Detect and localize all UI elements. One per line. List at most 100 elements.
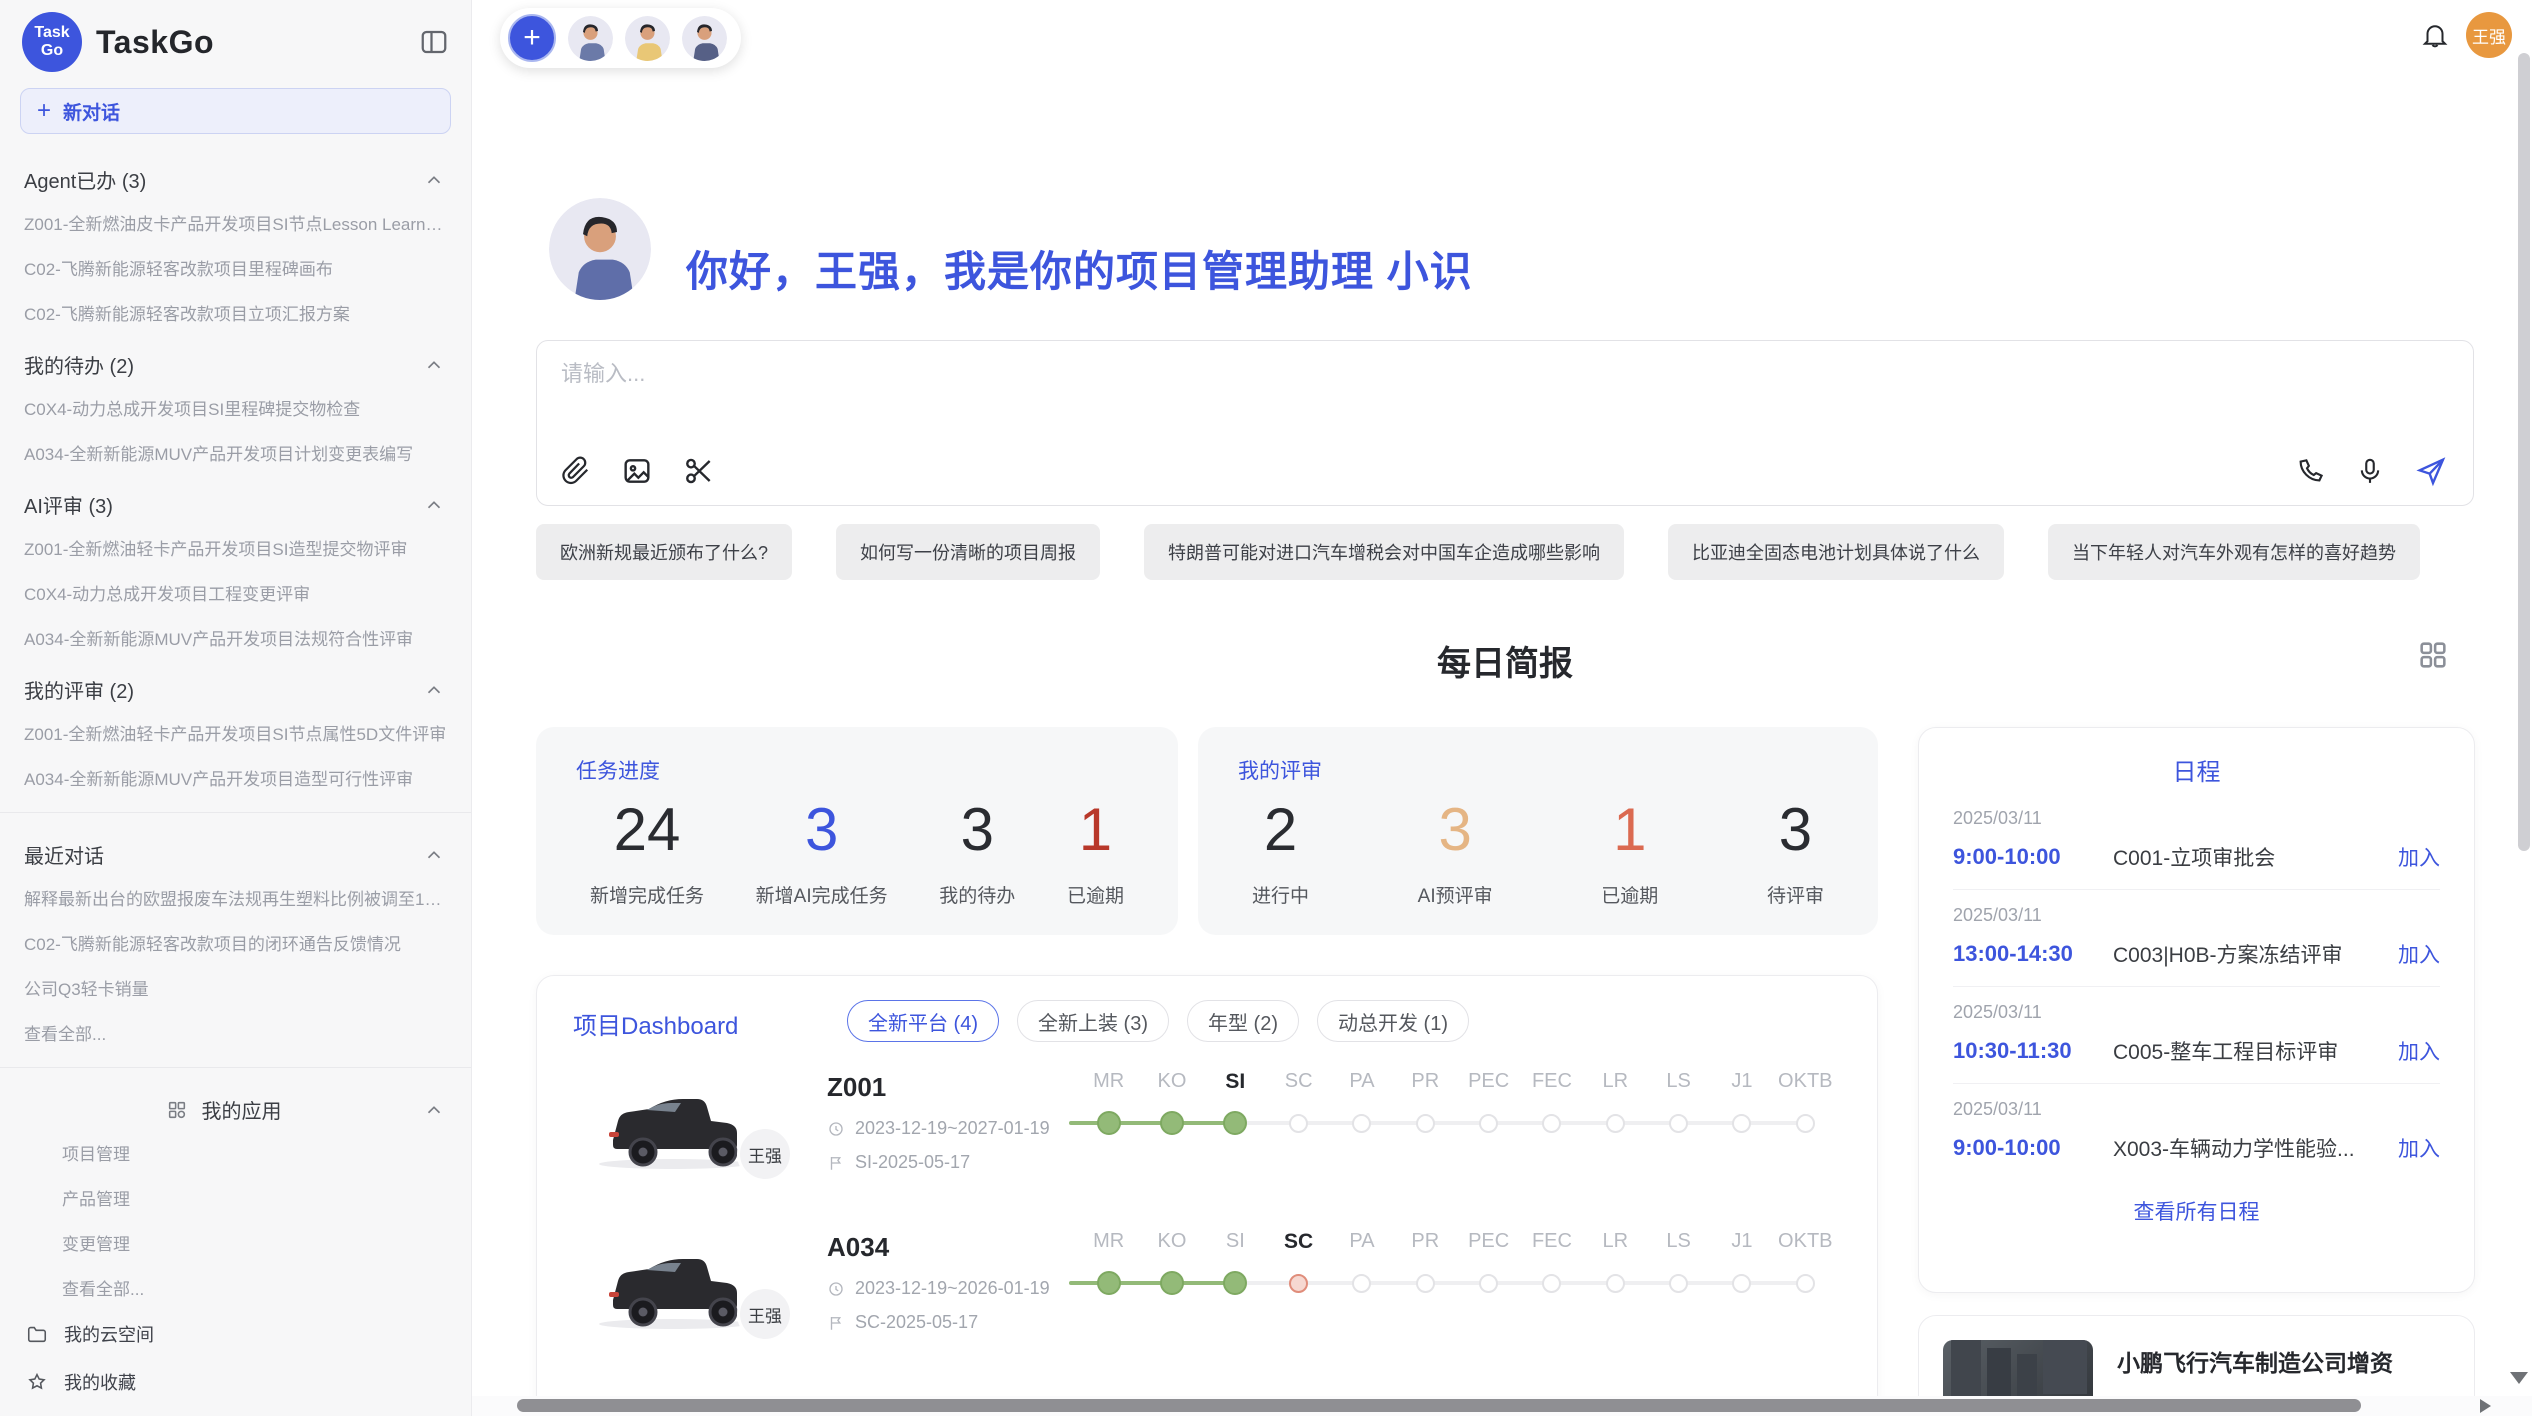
- milestone-label: PEC: [1457, 1230, 1520, 1254]
- sidebar-item[interactable]: C0X4-动力总成开发项目SI里程碑提交物检查: [0, 385, 471, 430]
- scroll-right-arrow[interactable]: [2480, 1399, 2491, 1413]
- sidebar-storage-links: 我的云空间我的收藏: [0, 1310, 471, 1406]
- project-row[interactable]: 王强Z0012023-12-19~2027-01-19SI-2025-05-17…: [537, 1068, 1877, 1228]
- dashboard-filter-pill[interactable]: 年型 (2): [1187, 1000, 1299, 1042]
- schedule-item: 2025/03/1110:30-11:30C005-整车工程目标评审加入: [1953, 987, 2440, 1084]
- sidebar-section-header[interactable]: 我的应用: [0, 1080, 471, 1130]
- image-icon[interactable]: [621, 455, 653, 487]
- schedule-item: 2025/03/119:00-10:00C001-立项审批会加入: [1953, 793, 2440, 890]
- agent-avatar-2[interactable]: [625, 16, 670, 61]
- agent-avatar-3[interactable]: [682, 16, 727, 61]
- schedule-time: 10:30-11:30: [1953, 1038, 2113, 1064]
- schedule-join-link[interactable]: 加入: [2398, 939, 2440, 969]
- milestone-label: FEC: [1520, 1070, 1583, 1094]
- schedule-join-link[interactable]: 加入: [2398, 1133, 2440, 1163]
- phone-icon[interactable]: [2295, 456, 2325, 486]
- dashboard-filter-pill[interactable]: 全新平台 (4): [847, 1000, 999, 1042]
- suggestion-chip[interactable]: 比亚迪全固态电池计划具体说了什么: [1668, 524, 2004, 580]
- suggestion-chips: 欧洲新规最近颁布了什么? 如何写一份清晰的项目周报特朗普可能对进口汽车增税会对中国…: [536, 524, 2496, 580]
- milestone-track: MRKOSISCPAPRPECFECLRLSJ1OKTB: [1077, 1230, 1837, 1306]
- quick-access-pill: +: [500, 8, 741, 68]
- schedule-date: 2025/03/11: [1953, 808, 2440, 829]
- add-agent-button[interactable]: +: [508, 14, 556, 62]
- milestone-dot: [1289, 1274, 1308, 1293]
- stat-item: 2进行中: [1252, 797, 1309, 908]
- sidebar-app-item[interactable]: 变更管理: [0, 1220, 471, 1265]
- project-row[interactable]: 王强A0342023-12-19~2026-01-19SC-2025-05-17…: [537, 1228, 1877, 1388]
- sidebar-item[interactable]: C0X4-动力总成开发项目工程变更评审: [0, 570, 471, 615]
- schedule-panel: 日程 2025/03/119:00-10:00C001-立项审批会加入2025/…: [1918, 727, 2475, 1293]
- milestone-labels: MRKOSISCPAPRPECFECLRLSJ1OKTB: [1077, 1070, 1837, 1094]
- milestone-label: LS: [1647, 1230, 1710, 1254]
- dashboard-filter-pill[interactable]: 全新上装 (3): [1017, 1000, 1169, 1042]
- sidebar-item-label: 我的云空间: [64, 1321, 154, 1347]
- sidebar-section-title: AI评审 (3): [24, 490, 113, 519]
- sidebar-item[interactable]: A034-全新新能源MUV产品开发项目计划变更表编写: [0, 430, 471, 475]
- sidebar-view-all[interactable]: 查看全部...: [0, 1010, 471, 1055]
- bell-icon[interactable]: [2420, 20, 2450, 50]
- sidebar-item[interactable]: 解释最新出台的欧盟报废车法规再生塑料比例被调至15%...: [0, 875, 471, 920]
- layout-grid-icon[interactable]: [2416, 638, 2450, 672]
- project-code: Z001: [827, 1072, 886, 1103]
- milestone-track: MRKOSISCPAPRPECFECLRLSJ1OKTB: [1077, 1070, 1837, 1146]
- stat-value: 3: [939, 797, 1015, 863]
- project-image: [585, 1074, 761, 1174]
- sidebar-item[interactable]: A034-全新新能源MUV产品开发项目法规符合性评审: [0, 615, 471, 660]
- sidebar-item-label: 我的收藏: [64, 1369, 136, 1395]
- sidebar-section-header[interactable]: 我的待办 (2): [0, 335, 471, 385]
- suggestion-chip[interactable]: 当下年轻人对汽车外观有怎样的喜好趋势: [2048, 524, 2420, 580]
- schedule-join-link[interactable]: 加入: [2398, 842, 2440, 872]
- sidebar-app-item[interactable]: 项目管理: [0, 1130, 471, 1175]
- dashboard-title: 项目Dashboard: [573, 1006, 738, 1041]
- sidebar-item-star[interactable]: 我的收藏: [0, 1358, 471, 1406]
- milestone-label: PA: [1330, 1230, 1393, 1254]
- sidebar-section-header[interactable]: Agent已办 (3): [0, 150, 471, 200]
- scissors-icon[interactable]: [683, 455, 715, 487]
- schedule-event-title: C003|H0B-方案冻结评审: [2113, 939, 2398, 969]
- mic-icon[interactable]: [2355, 456, 2385, 486]
- schedule-view-all[interactable]: 查看所有日程: [1919, 1180, 2474, 1242]
- sidebar-item[interactable]: A034-全新新能源MUV产品开发项目造型可行性评审: [0, 755, 471, 800]
- sidebar-header: Task Go TaskGo: [0, 0, 471, 80]
- milestone-label: KO: [1140, 1230, 1203, 1254]
- briefing-card-title: 我的评审: [1238, 755, 1838, 785]
- sidebar-app-item[interactable]: 产品管理: [0, 1175, 471, 1220]
- sidebar-section-header[interactable]: AI评审 (3): [0, 475, 471, 525]
- send-icon[interactable]: [2415, 455, 2447, 487]
- user-avatar[interactable]: 王强: [2466, 12, 2512, 58]
- schedule-join-link[interactable]: 加入: [2398, 1036, 2440, 1066]
- sidebar-item[interactable]: C02-飞腾新能源轻客改款项目的闭环通告反馈情况: [0, 920, 471, 965]
- paperclip-icon[interactable]: [561, 456, 591, 486]
- sidebar-section-header[interactable]: 我的评审 (2): [0, 660, 471, 710]
- sidebar-item[interactable]: 公司Q3轻卡销量: [0, 965, 471, 1010]
- suggestion-chip[interactable]: 如何写一份清晰的项目周报: [836, 524, 1100, 580]
- dashboard-filter-pill[interactable]: 动总开发 (1): [1317, 1000, 1469, 1042]
- milestone-dot: [1542, 1114, 1561, 1133]
- chevron-up-icon: [423, 679, 445, 701]
- agent-avatar-1[interactable]: [568, 16, 613, 61]
- sidebar-section-title: 我的待办 (2): [24, 350, 134, 379]
- scroll-down-arrow[interactable]: [2510, 1372, 2528, 1384]
- sidebar-item[interactable]: Z001-全新燃油轻卡产品开发项目SI造型提交物评审: [0, 525, 471, 570]
- schedule-date: 2025/03/11: [1953, 905, 2440, 926]
- sidebar-item[interactable]: Z001-全新燃油轻卡产品开发项目SI节点属性5D文件评审: [0, 710, 471, 755]
- panel-collapse-icon[interactable]: [419, 27, 449, 57]
- sidebar-item[interactable]: Z001-全新燃油皮卡产品开发项目SI节点Lesson Learn报告: [0, 200, 471, 245]
- stat-label: 新增AI完成任务: [756, 881, 888, 908]
- suggestion-chip[interactable]: 欧洲新规最近颁布了什么?: [536, 524, 792, 580]
- suggestion-chip[interactable]: 特朗普可能对进口汽车增税会对中国车企造成哪些影响: [1144, 524, 1624, 580]
- horizontal-scrollbar-thumb[interactable]: [517, 1399, 2361, 1412]
- vertical-scrollbar-thumb[interactable]: [2518, 53, 2530, 851]
- sidebar-item[interactable]: C02-飞腾新能源轻客改款项目立项汇报方案: [0, 290, 471, 335]
- sidebar-item-folder[interactable]: 我的云空间: [0, 1310, 471, 1358]
- milestone-label: PA: [1330, 1070, 1393, 1094]
- stat-label: 已逾期: [1601, 881, 1658, 908]
- briefing-card-title: 任务进度: [576, 755, 1138, 785]
- briefing-title: 每日简报: [536, 636, 2474, 685]
- sidebar-item[interactable]: C02-飞腾新能源轻客改款项目里程碑画布: [0, 245, 471, 290]
- chat-input[interactable]: [561, 361, 1961, 387]
- sidebar-view-all[interactable]: 查看全部...: [0, 1265, 471, 1310]
- milestone-dot: [1352, 1114, 1371, 1133]
- sidebar-section-header[interactable]: 最近对话: [0, 825, 471, 875]
- new-chat-button[interactable]: + 新对话: [20, 88, 451, 134]
